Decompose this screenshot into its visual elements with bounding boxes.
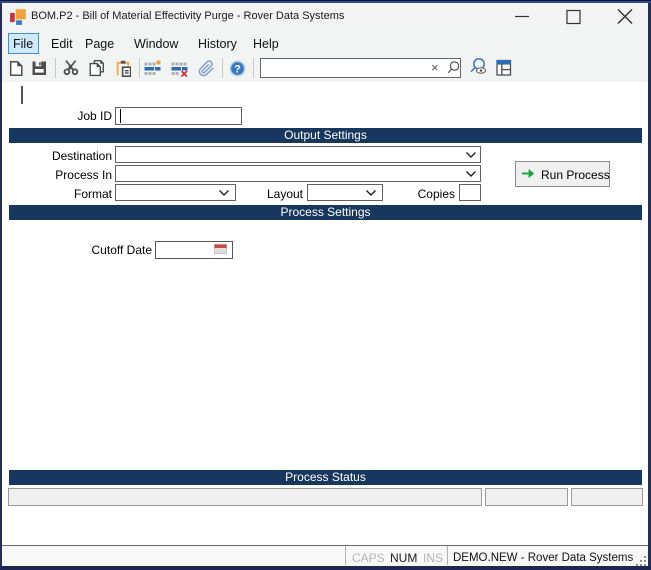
svg-text:?: ? bbox=[234, 64, 241, 76]
